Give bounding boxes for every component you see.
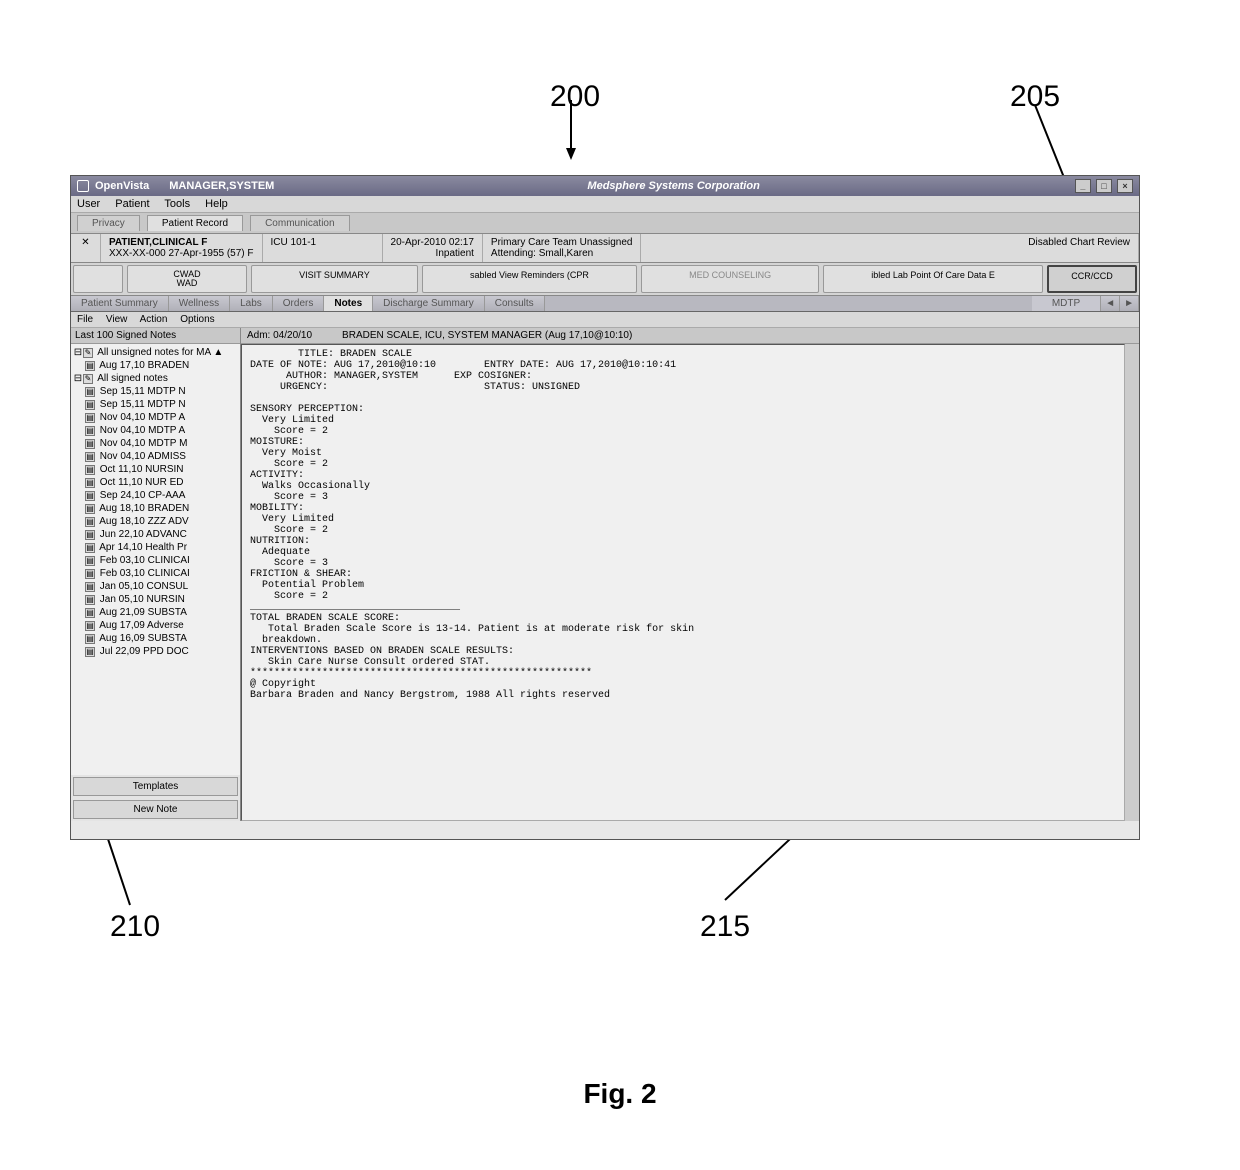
btn-view-reminders[interactable]: sabled View Reminders (CPR xyxy=(422,265,637,293)
tree-item[interactable]: ▤ Aug 21,09 SUBSTA xyxy=(73,606,238,619)
tab-wellness[interactable]: Wellness xyxy=(169,296,230,311)
tab-scroll-right[interactable]: ► xyxy=(1120,296,1139,311)
tree-item[interactable]: ▤ Nov 04,10 MDTP A xyxy=(73,424,238,437)
patient-icon: ✕ xyxy=(71,234,101,262)
tree-item[interactable]: ▤ Oct 11,10 NURSIN xyxy=(73,463,238,476)
tab-mdtp[interactable]: MDTP xyxy=(1032,296,1101,311)
tab-orders[interactable]: Orders xyxy=(273,296,325,311)
btn-ccr-ccd[interactable]: CCR/CCD xyxy=(1047,265,1137,293)
tree-item[interactable]: ▤ Nov 04,10 MDTP A xyxy=(73,411,238,424)
btn-lab-poc[interactable]: ibled Lab Point Of Care Data E xyxy=(823,265,1043,293)
tab-privacy[interactable]: Privacy xyxy=(77,215,140,231)
tree-item[interactable]: ▤ Feb 03,10 CLINICAI xyxy=(73,567,238,580)
view-tabs: Patient Summary Wellness Labs Orders Not… xyxy=(71,296,1139,312)
tab-scroll-left[interactable]: ◄ xyxy=(1101,296,1120,311)
patient-ssn-dob: XXX-XX-000 27-Apr-1955 (57) F xyxy=(109,248,254,259)
tree-item[interactable]: ⊟✎ All unsigned notes for MA ▲ xyxy=(73,346,238,359)
patient-name: PATIENT,CLINICAL F xyxy=(109,237,254,248)
tree-item[interactable]: ▤ Nov 04,10 MDTP M xyxy=(73,437,238,450)
note-adm: Adm: 04/20/10 xyxy=(247,330,312,341)
tree-item[interactable]: ▤ Jun 22,10 ADVANC xyxy=(73,528,238,541)
close-button[interactable]: × xyxy=(1117,179,1133,193)
titlebar-center: Medsphere Systems Corporation xyxy=(274,180,1073,192)
tree-item[interactable]: ▤ Aug 17,10 BRADEN xyxy=(73,359,238,372)
menu-patient[interactable]: Patient xyxy=(115,198,149,210)
sidebar-header: Last 100 Signed Notes xyxy=(71,328,240,344)
callout-210: 210 xyxy=(110,910,160,944)
notes-submenu: File View Action Options xyxy=(71,312,1139,328)
patient-team[interactable]: Primary Care Team Unassigned Attending: … xyxy=(483,234,642,262)
patient-bar: ✕ PATIENT,CLINICAL F XXX-XX-000 27-Apr-1… xyxy=(71,234,1139,263)
minimize-button[interactable]: _ xyxy=(1075,179,1091,193)
patient-location[interactable]: ICU 101-1 xyxy=(263,234,383,262)
tab-consults[interactable]: Consults xyxy=(485,296,545,311)
callout-200: 200 xyxy=(550,80,600,114)
patient-datetime: 20-Apr-2010 02:17 Inpatient xyxy=(383,234,483,262)
btn-visit-summary[interactable]: VISIT SUMMARY xyxy=(251,265,418,293)
notes-sidebar: Last 100 Signed Notes ⊟✎ All unsigned no… xyxy=(71,328,241,821)
tree-item[interactable]: ▤ Sep 24,10 CP-AAA xyxy=(73,489,238,502)
patient-id-cell[interactable]: PATIENT,CLINICAL F XXX-XX-000 27-Apr-195… xyxy=(101,234,263,262)
menubar: User Patient Tools Help xyxy=(71,196,1139,213)
app-name: OpenVista xyxy=(95,180,149,192)
tab-communication[interactable]: Communication xyxy=(250,215,349,231)
app-icon xyxy=(77,180,89,192)
menu-user[interactable]: User xyxy=(77,198,100,210)
btn-cwad[interactable]: CWAD WAD xyxy=(127,265,247,293)
tree-item[interactable]: ▤ Jan 05,10 NURSIN xyxy=(73,593,238,606)
tree-item[interactable]: ▤ Jul 22,09 PPD DOC xyxy=(73,645,238,658)
new-note-button[interactable]: New Note xyxy=(73,800,238,819)
submenu-action[interactable]: Action xyxy=(140,314,168,325)
tree-item[interactable]: ▤ Aug 17,09 Adverse xyxy=(73,619,238,632)
tree-item[interactable]: ▤ Aug 16,09 SUBSTA xyxy=(73,632,238,645)
tab-discharge[interactable]: Discharge Summary xyxy=(373,296,485,311)
window-buttons: _ □ × xyxy=(1073,179,1133,193)
note-header: Adm: 04/20/10 BRADEN SCALE, ICU, SYSTEM … xyxy=(241,328,1139,344)
app-window: OpenVista MANAGER,SYSTEM Medsphere Syste… xyxy=(70,175,1140,840)
note-main: Adm: 04/20/10 BRADEN SCALE, ICU, SYSTEM … xyxy=(241,328,1139,821)
tree-item[interactable]: ▤ Aug 18,10 BRADEN xyxy=(73,502,238,515)
tab-labs[interactable]: Labs xyxy=(230,296,273,311)
titlebar-user: MANAGER,SYSTEM xyxy=(169,180,274,192)
tab-notes[interactable]: Notes xyxy=(324,296,373,311)
submenu-file[interactable]: File xyxy=(77,314,93,325)
tab-patient-summary[interactable]: Patient Summary xyxy=(71,296,169,311)
tree-item[interactable]: ▤ Feb 03,10 CLINICAI xyxy=(73,554,238,567)
tree-item[interactable]: ▤ Aug 18,10 ZZZ ADV xyxy=(73,515,238,528)
btn-unknown[interactable] xyxy=(73,265,123,293)
note-title-header: BRADEN SCALE, ICU, SYSTEM MANAGER (Aug 1… xyxy=(342,330,632,341)
menu-help[interactable]: Help xyxy=(205,198,228,210)
tree-item[interactable]: ▤ Nov 04,10 ADMISS xyxy=(73,450,238,463)
menu-tools[interactable]: Tools xyxy=(164,198,190,210)
note-scrollbar[interactable] xyxy=(1125,344,1139,821)
tree-item[interactable]: ▤ Apr 14,10 Health Pr xyxy=(73,541,238,554)
btn-med-counseling[interactable]: MED COUNSELING xyxy=(641,265,819,293)
top-tabs: Privacy Patient Record Communication xyxy=(71,213,1139,234)
tree-item[interactable]: ⊟✎ All signed notes xyxy=(73,372,238,385)
submenu-options[interactable]: Options xyxy=(180,314,214,325)
tree-item[interactable]: ▤ Oct 11,10 NUR ED xyxy=(73,476,238,489)
titlebar: OpenVista MANAGER,SYSTEM Medsphere Syste… xyxy=(71,176,1139,196)
submenu-view[interactable]: View xyxy=(106,314,128,325)
templates-button[interactable]: Templates xyxy=(73,777,238,796)
tab-patient-record[interactable]: Patient Record xyxy=(147,215,243,231)
maximize-button[interactable]: □ xyxy=(1096,179,1112,193)
tree-item[interactable]: ▤ Sep 15,11 MDTP N xyxy=(73,398,238,411)
chart-review-status: Disabled Chart Review xyxy=(1020,234,1139,262)
note-text[interactable]: TITLE: BRADEN SCALE DATE OF NOTE: AUG 17… xyxy=(241,344,1125,821)
figure-label: Fig. 2 xyxy=(583,1078,656,1110)
tree-item[interactable]: ▤ Sep 15,11 MDTP N xyxy=(73,385,238,398)
button-row: CWAD WAD VISIT SUMMARY sabled View Remin… xyxy=(71,263,1139,296)
notes-tree[interactable]: ⊟✎ All unsigned notes for MA ▲▤ Aug 17,1… xyxy=(71,344,240,775)
callout-215: 215 xyxy=(700,910,750,944)
tree-item[interactable]: ▤ Jan 05,10 CONSUL xyxy=(73,580,238,593)
